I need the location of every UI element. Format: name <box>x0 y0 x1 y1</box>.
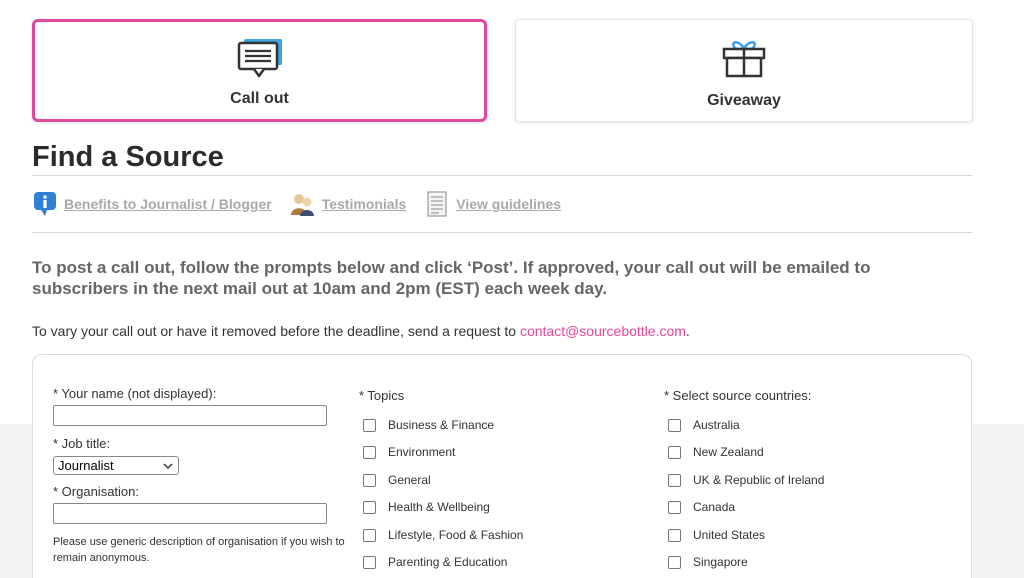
country-checkbox[interactable] <box>668 555 681 569</box>
topic-checkbox-row[interactable]: Business & Finance <box>363 418 494 432</box>
topic-label: General <box>388 473 431 487</box>
name-label: * Your name (not displayed): <box>53 386 217 401</box>
topic-checkbox[interactable] <box>363 473 376 487</box>
country-label: Singapore <box>693 555 748 569</box>
topics-label: * Topics <box>359 388 405 403</box>
topic-checkbox[interactable] <box>363 418 376 432</box>
topic-label: Business & Finance <box>388 418 495 432</box>
country-checkbox[interactable] <box>668 445 681 459</box>
document-icon <box>424 191 450 217</box>
gift-icon <box>719 38 769 78</box>
organisation-note: Please use generic description of organi… <box>53 536 345 564</box>
job-title-value: Journalist <box>58 458 114 473</box>
speech-bubble-icon <box>235 38 285 78</box>
country-checkbox[interactable] <box>668 500 681 514</box>
topic-label: Lifestyle, Food & Fashion <box>388 528 524 542</box>
topic-checkbox-row[interactable]: Lifestyle, Food & Fashion <box>363 528 523 542</box>
country-checkbox[interactable] <box>668 473 681 487</box>
country-checkbox-row[interactable]: Singapore <box>668 555 748 569</box>
callout-card[interactable]: Call out <box>32 19 487 122</box>
job-title-select[interactable]: Journalist <box>53 456 179 475</box>
topic-label: Parenting & Education <box>388 555 508 569</box>
page-title: Find a Source <box>32 141 224 173</box>
info-links: Benefits to Journalist / Blogger Testimo… <box>32 191 579 217</box>
vary-text: To vary your call out or have it removed… <box>32 323 690 339</box>
topic-label: Environment <box>388 445 456 459</box>
benefits-link-text[interactable]: Benefits to Journalist / Blogger <box>64 196 272 212</box>
links-divider <box>32 232 972 233</box>
country-checkbox-row[interactable]: New Zealand <box>668 445 764 459</box>
callout-label: Call out <box>230 90 289 107</box>
organisation-label: * Organisation: <box>53 484 139 499</box>
country-label: Canada <box>693 500 736 514</box>
job-title-label: * Job title: <box>53 436 111 451</box>
country-checkbox[interactable] <box>668 528 681 542</box>
vary-text-body: To vary your call out or have it removed… <box>32 323 520 339</box>
people-icon <box>290 191 316 217</box>
topic-checkbox[interactable] <box>363 528 376 542</box>
country-label: Australia <box>693 418 740 432</box>
intro-text: To post a call out, follow the prompts b… <box>32 258 871 298</box>
topic-label: Health & Wellbeing <box>388 500 490 514</box>
giveaway-label: Giveaway <box>707 92 781 109</box>
country-checkbox-row[interactable]: Australia <box>668 418 740 432</box>
benefits-link[interactable]: Benefits to Journalist / Blogger <box>32 191 272 217</box>
guidelines-link-text[interactable]: View guidelines <box>456 196 561 212</box>
callout-form: * Your name (not displayed): * Job title… <box>32 354 972 578</box>
contact-email-link[interactable]: contact@sourcebottle.com <box>520 323 686 339</box>
chevron-down-icon <box>163 463 173 470</box>
country-checkbox-row[interactable]: UK & Republic of Ireland <box>668 473 824 487</box>
country-label: New Zealand <box>693 445 764 459</box>
countries-label: * Select source countries: <box>664 388 812 403</box>
topic-checkbox-row[interactable]: Health & Wellbeing <box>363 500 490 514</box>
country-checkbox-row[interactable]: Canada <box>668 500 735 514</box>
testimonials-link-text[interactable]: Testimonials <box>322 196 407 212</box>
topic-checkbox-row[interactable]: Environment <box>363 445 455 459</box>
vary-text-end: . <box>685 323 690 339</box>
organisation-input[interactable] <box>53 503 327 524</box>
country-checkbox-row[interactable]: United States <box>668 528 765 542</box>
guidelines-link[interactable]: View guidelines <box>424 191 561 217</box>
topic-checkbox-row[interactable]: Parenting & Education <box>363 555 507 569</box>
name-input[interactable] <box>53 405 327 426</box>
topic-checkbox[interactable] <box>363 555 376 569</box>
giveaway-card[interactable]: Giveaway <box>515 19 973 122</box>
topic-checkbox[interactable] <box>363 500 376 514</box>
info-bubble-icon <box>32 191 58 217</box>
topic-checkbox-row[interactable]: General <box>363 473 431 487</box>
country-label: United States <box>693 528 766 542</box>
country-label: UK & Republic of Ireland <box>693 473 825 487</box>
title-divider <box>32 175 972 176</box>
testimonials-link[interactable]: Testimonials <box>290 191 407 217</box>
country-checkbox[interactable] <box>668 418 681 432</box>
topic-checkbox[interactable] <box>363 445 376 459</box>
